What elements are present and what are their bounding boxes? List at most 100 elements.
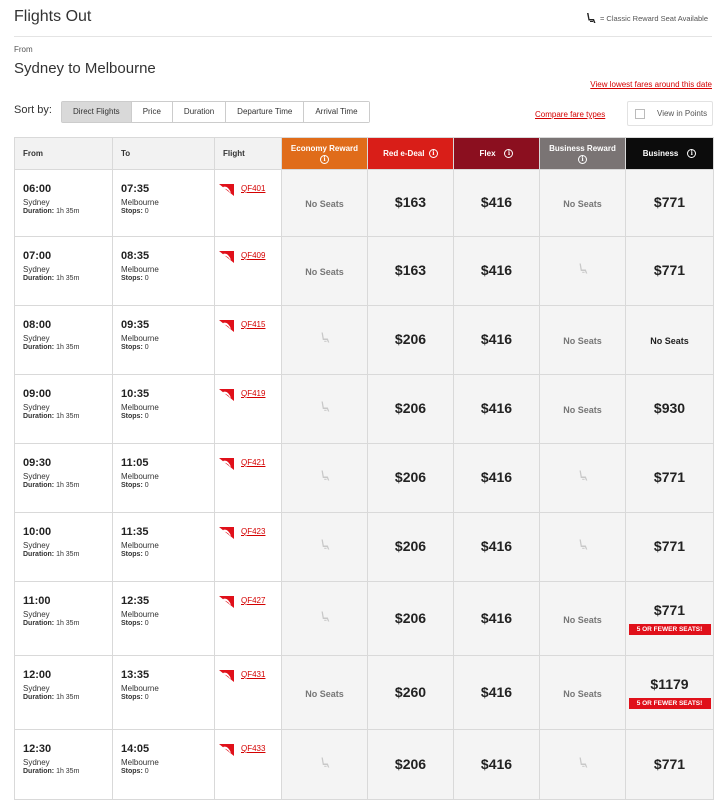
- fare-red-e-deal[interactable]: $206: [367, 581, 454, 656]
- fare-red-e-deal[interactable]: $206: [367, 443, 454, 513]
- col-header-business-reward[interactable]: Business Reward i: [539, 137, 626, 170]
- compare-fare-types-link[interactable]: Compare fare types: [535, 110, 605, 119]
- fare-business[interactable]: $771: [625, 443, 714, 513]
- info-icon[interactable]: i: [504, 149, 514, 159]
- fare-red-e-deal[interactable]: $163: [367, 169, 454, 237]
- fare-red-e-deal[interactable]: $206: [367, 305, 454, 375]
- flight-number-link[interactable]: QF427: [241, 596, 265, 605]
- fare-business-reward[interactable]: [539, 443, 626, 513]
- price: $206: [394, 609, 427, 626]
- table-row: 06:00 Sydney Duration: 1h 35m 07:35 Melb…: [14, 169, 714, 237]
- fare-flex[interactable]: $416: [453, 169, 540, 237]
- col-header-to[interactable]: To: [112, 137, 215, 170]
- fare-business[interactable]: $771: [625, 236, 714, 306]
- fare-business-reward[interactable]: [539, 729, 626, 800]
- sort-tab-departure-time[interactable]: Departure Time: [226, 102, 305, 122]
- col-header-flight[interactable]: Flight: [214, 137, 282, 170]
- fare-flex[interactable]: $416: [453, 374, 540, 444]
- info-icon[interactable]: i: [687, 149, 697, 159]
- price: $771: [653, 602, 686, 618]
- fare-red-e-deal[interactable]: $206: [367, 512, 454, 582]
- departure-meta-label: Duration:: [23, 551, 55, 558]
- fare-red-e-deal[interactable]: $163: [367, 236, 454, 306]
- fare-economy-reward[interactable]: [281, 729, 368, 800]
- fare-economy-reward[interactable]: [281, 305, 368, 375]
- fare-business-reward[interactable]: [539, 236, 626, 306]
- col-header-from[interactable]: From: [14, 137, 113, 170]
- fare-red-e-deal[interactable]: $206: [367, 374, 454, 444]
- fare-flex[interactable]: $416: [453, 655, 540, 730]
- departure-city: Sydney: [23, 403, 50, 412]
- fare-business[interactable]: $771: [625, 729, 714, 800]
- fare-flex[interactable]: $416: [453, 236, 540, 306]
- no-seats-label: No Seats: [563, 336, 602, 346]
- fare-economy-reward[interactable]: No Seats: [281, 655, 368, 730]
- fare-business-reward[interactable]: No Seats: [539, 169, 626, 237]
- col-header-red-e-deal[interactable]: Red e-Deal i: [367, 137, 454, 170]
- fare-flex[interactable]: $416: [453, 729, 540, 800]
- col-header-business[interactable]: Business i: [625, 137, 714, 170]
- flight-number-link[interactable]: QF401: [241, 184, 265, 193]
- flight-number-link[interactable]: QF415: [241, 320, 265, 329]
- info-icon[interactable]: i: [320, 154, 329, 164]
- price: $416: [480, 683, 513, 700]
- fare-economy-reward[interactable]: No Seats: [281, 236, 368, 306]
- fare-flex[interactable]: $416: [453, 305, 540, 375]
- departure-cell: 12:00 Sydney Duration: 1h 35m: [14, 655, 113, 730]
- arrival-meta-label: Stops:: [121, 482, 143, 489]
- flight-number-link[interactable]: QF433: [241, 744, 265, 753]
- flight-number-link[interactable]: QF409: [241, 251, 265, 260]
- view-in-points-checkbox[interactable]: [635, 108, 645, 119]
- fare-business-reward[interactable]: No Seats: [539, 655, 626, 730]
- fare-business[interactable]: $771: [625, 512, 714, 582]
- fare-business[interactable]: $771 5 OR FEWER SEATS!: [625, 581, 714, 656]
- qantas-logo-icon: [219, 527, 234, 539]
- price: $206: [394, 538, 427, 554]
- table-row: 11:00 Sydney Duration: 1h 35m 12:35 Melb…: [14, 581, 714, 656]
- lowest-fares-link[interactable]: View lowest fares around this date: [590, 80, 712, 89]
- fare-business[interactable]: $771: [625, 169, 714, 237]
- low-seats-badge: 5 OR FEWER SEATS!: [628, 624, 711, 635]
- sort-tab-price[interactable]: Price: [131, 102, 173, 122]
- flight-number-link[interactable]: QF431: [241, 670, 265, 679]
- fare-business[interactable]: $1179 5 OR FEWER SEATS!: [625, 655, 714, 730]
- fare-business[interactable]: No Seats: [625, 305, 714, 375]
- arrival-meta-label: Stops:: [121, 413, 143, 420]
- no-seats-label: No Seats: [305, 199, 344, 209]
- arrival-city: Melbourne: [121, 610, 159, 619]
- fare-business-reward[interactable]: No Seats: [539, 581, 626, 656]
- view-in-points-toggle[interactable]: View in Points: [627, 101, 713, 126]
- fare-flex[interactable]: $416: [453, 581, 540, 656]
- fare-flex[interactable]: $416: [453, 443, 540, 513]
- sort-tab-arrival-time[interactable]: Arrival Time: [304, 102, 369, 122]
- sort-tab-duration[interactable]: Duration: [172, 102, 227, 122]
- col-header-economy-reward[interactable]: Economy Reward i: [281, 137, 368, 170]
- no-seats-label: No Seats: [563, 688, 602, 699]
- arrival-meta-value: 0: [144, 768, 149, 775]
- flight-number-link[interactable]: QF419: [241, 389, 265, 398]
- fare-economy-reward[interactable]: [281, 581, 368, 656]
- fare-economy-reward[interactable]: [281, 512, 368, 582]
- info-icon[interactable]: i: [428, 149, 438, 159]
- fare-business-reward[interactable]: No Seats: [539, 305, 626, 375]
- col-header-flex[interactable]: Flex i: [453, 137, 540, 170]
- fare-business[interactable]: $930: [625, 374, 714, 444]
- arrival-time: 14:05: [121, 743, 150, 755]
- fare-red-e-deal[interactable]: $206: [367, 729, 454, 800]
- route-title: Sydney to Melbourne: [14, 60, 156, 77]
- fare-economy-reward[interactable]: No Seats: [281, 169, 368, 237]
- business-label: Business: [642, 149, 679, 158]
- fare-red-e-deal[interactable]: $260: [367, 655, 454, 730]
- sort-tab-direct-flights[interactable]: Direct Flights: [62, 102, 132, 122]
- price: $260: [394, 683, 427, 700]
- fare-flex[interactable]: $416: [453, 512, 540, 582]
- flight-number-link[interactable]: QF421: [241, 458, 265, 467]
- flight-number-link[interactable]: QF423: [241, 527, 265, 536]
- arrival-time: 10:35: [121, 388, 150, 400]
- fare-economy-reward[interactable]: [281, 374, 368, 444]
- info-icon[interactable]: i: [578, 154, 587, 164]
- fare-business-reward[interactable]: No Seats: [539, 374, 626, 444]
- fare-economy-reward[interactable]: [281, 443, 368, 513]
- table-row: 09:00 Sydney Duration: 1h 35m 10:35 Melb…: [14, 374, 714, 444]
- fare-business-reward[interactable]: [539, 512, 626, 582]
